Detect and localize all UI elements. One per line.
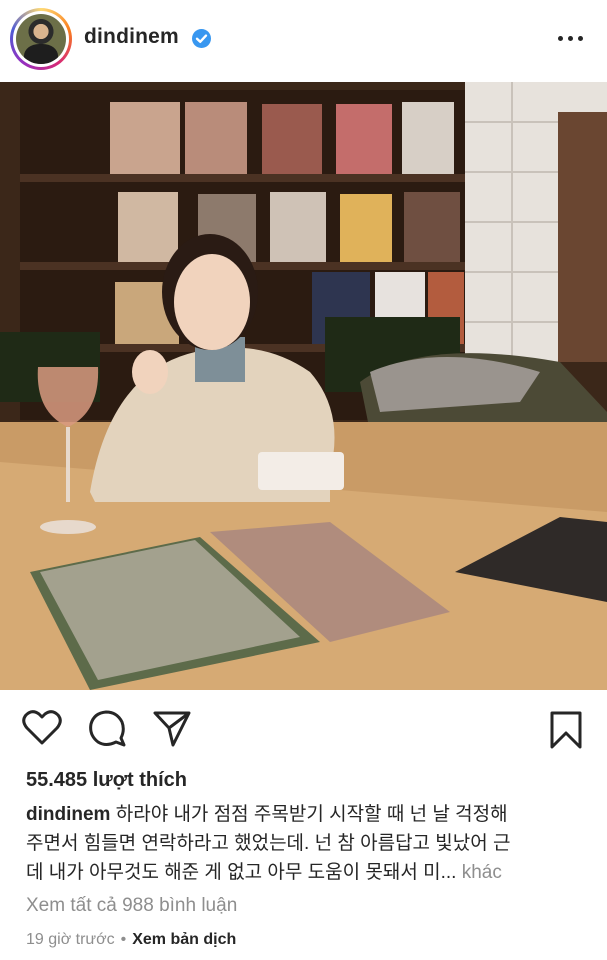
profile-avatar[interactable] (10, 8, 72, 70)
post-header: dindinem (0, 0, 607, 80)
caption-line-3: 데 내가 아무것도 해준 게 없고 아무 도움이 못돼서 미... khác (26, 858, 586, 887)
comment-icon[interactable] (88, 710, 126, 753)
caption-more-link[interactable]: khác (462, 862, 502, 883)
footer-separator: • (120, 931, 127, 948)
post-photo[interactable] (0, 82, 607, 690)
paper-plane-icon[interactable] (152, 710, 192, 753)
caption-line-1: dindinem 하라야 내가 점점 주목받기 시작할 때 넌 날 걱정해 (26, 800, 586, 829)
caption-text-3: 데 내가 아무것도 해준 게 없고 아무 도움이 못돼서 미... (26, 862, 457, 883)
username-link[interactable]: dindinem (84, 25, 179, 49)
verified-badge-icon (192, 29, 211, 48)
bookmark-icon[interactable] (549, 710, 583, 755)
view-all-comments-link[interactable]: Xem tất cả 988 bình luận (26, 895, 237, 917)
see-translation-link[interactable]: Xem bản dịch (132, 931, 236, 948)
caption-text-1: 하라야 내가 점점 주목받기 시작할 때 넌 날 걱정해 (115, 804, 508, 825)
heart-icon[interactable] (22, 710, 62, 751)
caption-text-2: 주면서 힘들면 연락하라고 했었는데. 넌 참 아름답고 빛났어 근 (26, 833, 511, 854)
avatar-frame (13, 11, 69, 67)
caption-username[interactable]: dindinem (26, 804, 110, 825)
avatar-photo (16, 14, 66, 64)
post-timestamp: 19 giờ trước (26, 931, 115, 948)
post-caption: dindinem 하라야 내가 점점 주목받기 시작할 때 넌 날 걱정해 주면… (26, 800, 586, 887)
action-bar (0, 700, 607, 760)
like-count[interactable]: 55.485 lượt thích (26, 769, 187, 792)
post-footer: 19 giờ trước • Xem bản dịch (26, 931, 236, 949)
more-options-icon[interactable] (556, 30, 586, 48)
